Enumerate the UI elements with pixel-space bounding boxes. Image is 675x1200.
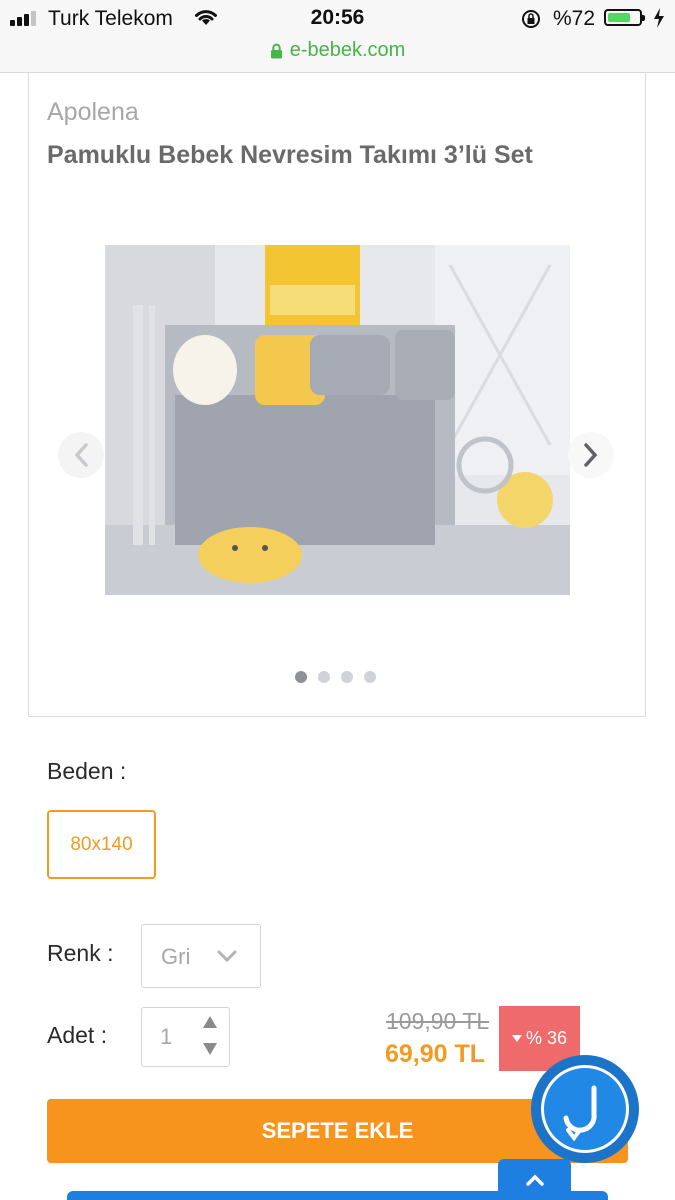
size-label: Beden : (47, 758, 127, 784)
pagination-dot[interactable] (364, 671, 376, 683)
chat-assistant-button[interactable] (531, 1055, 639, 1163)
chevron-down-icon (217, 950, 237, 963)
chevron-up-icon (525, 1174, 544, 1186)
pagination-dot[interactable] (318, 671, 330, 683)
product-image[interactable] (105, 245, 570, 595)
product-brand[interactable]: Apolena (47, 98, 139, 127)
current-price: 69,90 TL (385, 1040, 486, 1068)
rotation-lock-icon (522, 10, 540, 28)
status-bar: Turk Telekom 20:56 %72 (0, 0, 675, 38)
increment-arrow-icon[interactable] (201, 1014, 219, 1030)
url-text: e-bebek.com (289, 39, 406, 61)
quantity-label: Adet : (47, 1022, 108, 1048)
gallery-prev-button[interactable] (58, 432, 104, 478)
size-option-button[interactable]: 80x140 (47, 810, 156, 879)
pagination-dot[interactable] (341, 671, 353, 683)
charging-bolt-icon (654, 8, 664, 28)
battery-fill (608, 13, 630, 22)
color-label: Renk : (47, 940, 114, 966)
address-bar[interactable]: e-bebek.com (0, 38, 675, 73)
chevron-right-icon (584, 443, 598, 467)
decrement-arrow-icon[interactable] (201, 1041, 219, 1057)
lock-icon (270, 43, 282, 58)
caret-down-icon (511, 1034, 522, 1042)
color-select-value: Gri (161, 944, 191, 969)
quantity-value[interactable]: 1 (160, 1024, 172, 1050)
battery-icon (604, 9, 645, 26)
gallery-next-button[interactable] (568, 432, 614, 478)
quantity-stepper[interactable]: 1 (141, 1007, 230, 1067)
pagination-dot[interactable] (295, 671, 307, 683)
product-title: Pamuklu Bebek Nevresim Takımı 3’lü Set (47, 141, 533, 169)
bottom-bar[interactable] (67, 1191, 608, 1200)
color-select[interactable]: Gri (141, 924, 261, 988)
chat-assistant-icon (541, 1065, 629, 1153)
battery-percent: %72 (553, 7, 596, 30)
gallery-pagination (295, 671, 376, 683)
discount-value: % 36 (525, 1028, 568, 1048)
chevron-left-icon (74, 443, 88, 467)
old-price: 109,90 TL (386, 1008, 490, 1034)
